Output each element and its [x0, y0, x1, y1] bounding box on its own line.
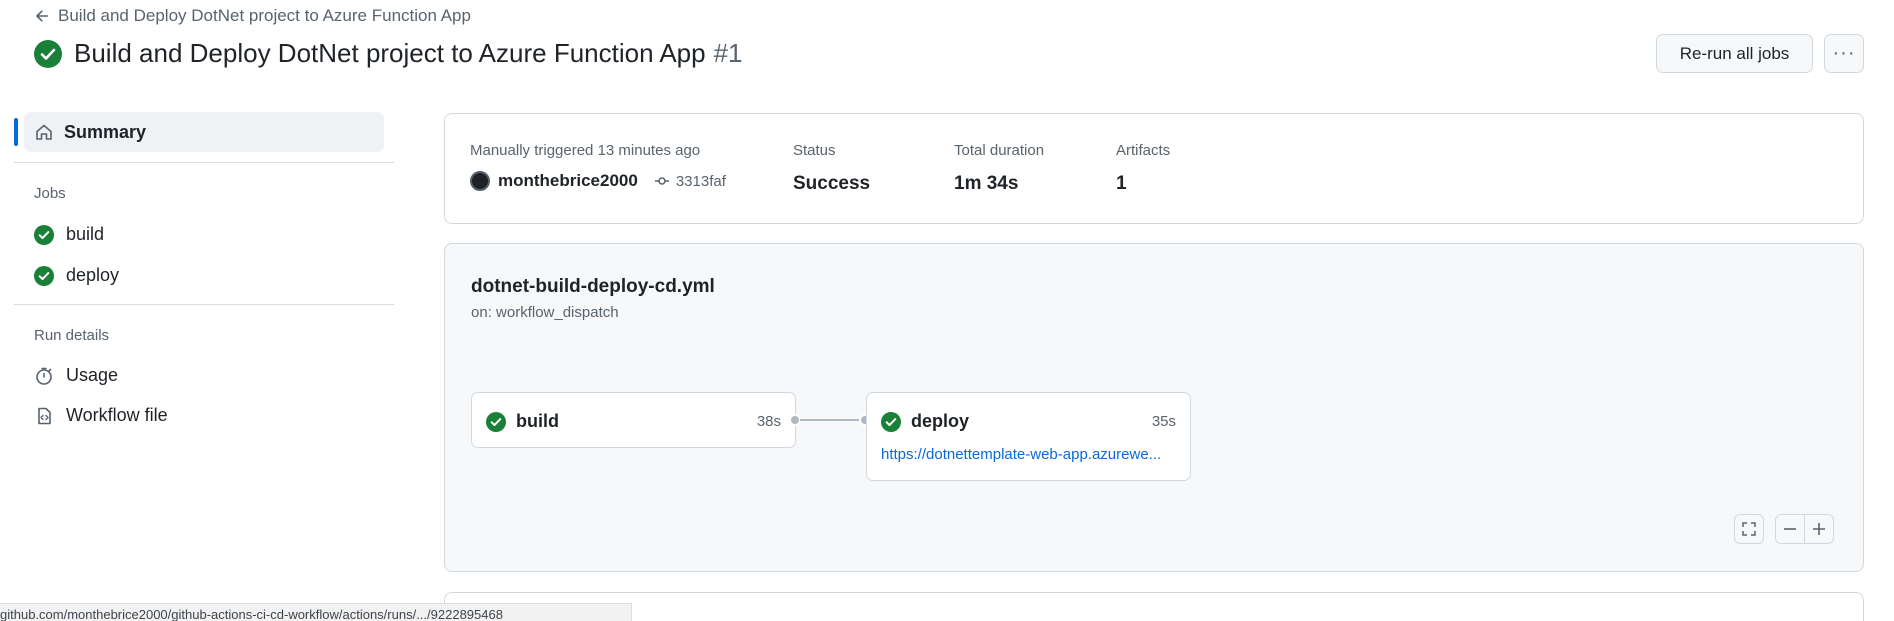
job-connector — [800, 419, 860, 421]
arrow-left-icon — [36, 10, 49, 22]
rerun-all-jobs-button[interactable]: Re-run all jobs — [1656, 34, 1813, 73]
job-duration: 35s — [1151, 413, 1176, 430]
success-check-icon — [34, 39, 62, 68]
workflow-file-name: dotnet-build-deploy-cd.yml — [471, 276, 715, 297]
status-value: Success — [793, 173, 871, 194]
success-check-icon — [34, 265, 54, 286]
workflow-graph-card: dotnet-build-deploy-cd.yml on: workflow_… — [444, 243, 1864, 572]
success-check-icon — [486, 411, 506, 432]
sidebar-item-usage[interactable]: Usage — [34, 365, 118, 386]
job-node-build[interactable]: build 38s — [471, 392, 796, 448]
more-options-button[interactable]: ··· — [1824, 34, 1864, 73]
page-title-row: Build and Deploy DotNet project to Azure… — [34, 38, 743, 69]
fullscreen-icon — [1742, 522, 1756, 536]
run-number: #1 — [713, 38, 743, 68]
zoom-in-button[interactable] — [1804, 514, 1834, 544]
trigger-info: Manually triggered 13 minutes ago monthe… — [470, 142, 726, 191]
plus-icon — [1813, 523, 1825, 535]
deployment-url-link[interactable]: https://dotnettemplate-web-app.azurewe..… — [881, 446, 1161, 463]
duration-info: Total duration 1m 34s — [954, 142, 1044, 195]
success-check-icon — [881, 411, 901, 432]
workflow-trigger: on: workflow_dispatch — [471, 304, 619, 321]
divider — [14, 162, 394, 163]
kebab-icon: ··· — [1832, 42, 1856, 64]
divider — [14, 304, 394, 305]
back-link[interactable]: Build and Deploy DotNet project to Azure… — [34, 6, 471, 26]
job-duration: 38s — [756, 413, 781, 430]
sidebar-item-build[interactable]: build — [34, 224, 104, 245]
sidebar-item-label: Usage — [66, 365, 119, 385]
duration-label: Total duration — [954, 142, 1045, 159]
next-section-card — [444, 592, 1864, 621]
sidebar-item-deploy[interactable]: deploy — [34, 265, 119, 286]
back-link-label[interactable]: Build and Deploy DotNet project to Azure… — [58, 6, 471, 26]
run-summary-card: Manually triggered 13 minutes ago monthe… — [444, 113, 1864, 224]
sidebar-item-label: deploy — [66, 265, 120, 285]
success-check-icon — [34, 224, 54, 245]
sidebar-item-workflow-file[interactable]: Workflow file — [34, 405, 168, 426]
commit-sha: 3313faf — [675, 172, 726, 190]
git-commit-icon — [654, 177, 669, 185]
home-icon — [36, 124, 52, 140]
sidebar-item-label: Workflow file — [66, 405, 168, 425]
minus-icon — [1784, 528, 1796, 530]
commit-link[interactable]: 3313faf — [654, 173, 726, 190]
trigger-label: Manually triggered 13 minutes ago — [470, 142, 701, 159]
duration-value: 1m 34s — [954, 173, 1019, 194]
jobs-heading: Jobs — [34, 185, 66, 202]
artifacts-value[interactable]: 1 — [1116, 173, 1170, 195]
sidebar-item-summary[interactable]: Summary — [24, 112, 384, 152]
job-name: build — [516, 411, 559, 431]
actor-link[interactable]: monthebrice2000 — [498, 171, 638, 191]
sidebar-item-label: Summary — [64, 121, 147, 142]
file-code-icon — [38, 407, 51, 424]
job-node-deploy[interactable]: deploy 35s https://dotnettemplate-web-ap… — [866, 392, 1191, 481]
stopwatch-icon — [36, 367, 52, 385]
status-label: Status — [793, 142, 836, 159]
run-details-heading: Run details — [34, 327, 110, 344]
job-name: deploy — [911, 411, 970, 431]
status-info: Status Success — [793, 142, 870, 195]
avatar[interactable] — [470, 171, 490, 191]
artifacts-label: Artifacts — [1116, 142, 1171, 159]
active-indicator — [14, 118, 18, 146]
zoom-out-button[interactable] — [1775, 514, 1805, 544]
artifacts-info: Artifacts 1 — [1116, 142, 1170, 195]
browser-status-url: github.com/monthebrice2000/github-action… — [0, 603, 632, 621]
fullscreen-button[interactable] — [1734, 514, 1764, 544]
page-title-text: Build and Deploy DotNet project to Azure… — [74, 38, 706, 68]
sidebar-item-label: build — [66, 224, 105, 244]
page-title: Build and Deploy DotNet project to Azure… — [74, 38, 743, 69]
